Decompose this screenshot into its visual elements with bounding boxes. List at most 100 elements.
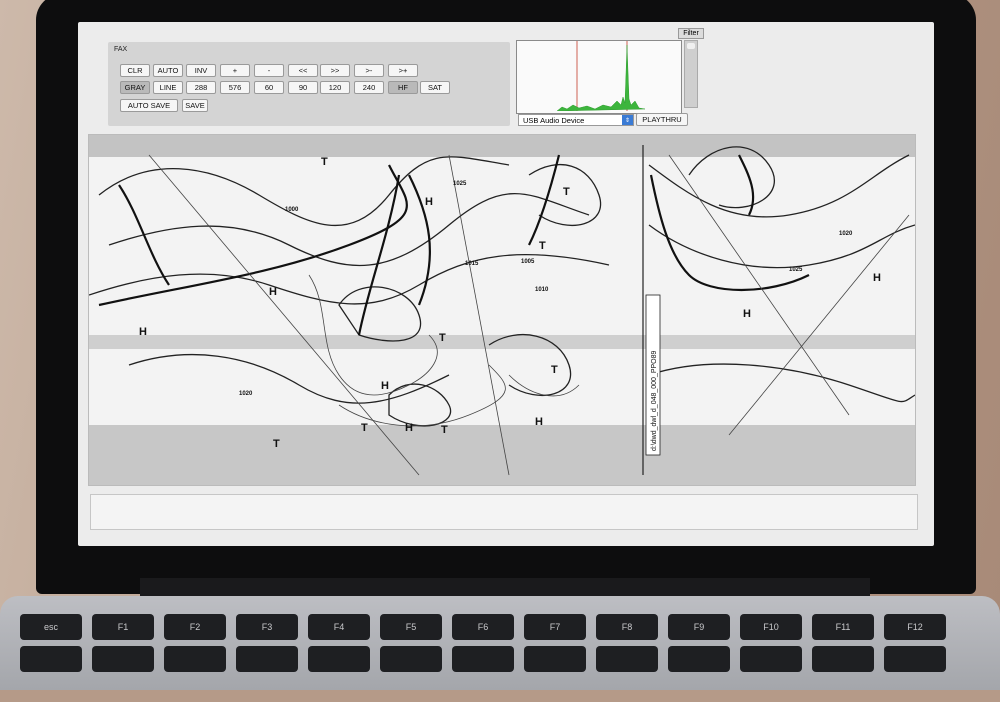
- high-pressure-label: H: [381, 380, 389, 392]
- control-button-240[interactable]: 240: [354, 81, 384, 94]
- key-f7[interactable]: F7: [524, 614, 586, 640]
- keyboard: esc F1 F2 F3 F4 F5 F6 F7 F8 F9 F10 F11 F12: [20, 612, 986, 702]
- status-bar: [90, 494, 918, 530]
- high-pressure-label: H: [873, 272, 881, 284]
- control-button-auto[interactable]: AUTO: [153, 64, 183, 77]
- key-f12[interactable]: F12: [884, 614, 946, 640]
- low-pressure-label: T: [563, 186, 570, 198]
- isobar-line: [128, 353, 450, 404]
- isobar-line: [648, 154, 910, 218]
- control-button-576[interactable]: 576: [220, 81, 250, 94]
- screen: FAX 3 CLRAUTOINV+-<<>>>->+GRAYLINE288576…: [78, 22, 934, 546]
- key-f9[interactable]: F9: [668, 614, 730, 640]
- control-button-hf[interactable]: HF: [388, 81, 418, 94]
- keyboard-key[interactable]: [92, 646, 154, 672]
- control-button-90[interactable]: 90: [288, 81, 318, 94]
- key-f5[interactable]: F5: [380, 614, 442, 640]
- low-pressure-label: T: [273, 438, 280, 450]
- fax-bottom-noise-band: [89, 425, 915, 485]
- isobar-value: 1015: [465, 261, 479, 267]
- keyboard-key[interactable]: [596, 646, 658, 672]
- low-pressure-label: T: [441, 424, 448, 436]
- weather-front-line: [357, 174, 401, 336]
- keyboard-key[interactable]: [164, 646, 226, 672]
- key-f4[interactable]: F4: [308, 614, 370, 640]
- coastline: [508, 374, 580, 397]
- fax-top-noise-band: [89, 135, 915, 157]
- spectrum-signal: [556, 44, 646, 112]
- isobar-value: 1020: [239, 391, 253, 397]
- key-f3[interactable]: F3: [236, 614, 298, 640]
- fax-control-panel: FAX 3 CLRAUTOINV+-<<>>>->+GRAYLINE288576…: [108, 42, 510, 126]
- isobar-line: [98, 156, 510, 227]
- key-f6[interactable]: F6: [452, 614, 514, 640]
- weather-front-line: [528, 154, 561, 246]
- keyboard-key[interactable]: [740, 646, 802, 672]
- isobar-line: [648, 224, 916, 269]
- keyboard-key[interactable]: [308, 646, 370, 672]
- audio-spectrum: [516, 40, 682, 114]
- key-f8[interactable]: F8: [596, 614, 658, 640]
- low-pressure-label: T: [551, 364, 558, 376]
- high-pressure-label: H: [269, 286, 277, 298]
- control-button-60[interactable]: 60: [254, 81, 284, 94]
- fax-middle-noise-band: [89, 335, 915, 349]
- control-button-gray[interactable]: GRAY: [120, 81, 150, 94]
- keyboard-key[interactable]: [20, 646, 82, 672]
- isobars: [88, 146, 916, 427]
- high-pressure-label: H: [405, 422, 413, 434]
- control-button-plus[interactable]: +: [220, 64, 250, 77]
- keyboard-key[interactable]: [812, 646, 874, 672]
- fax-id-text: d:\dwd_dwl_d_048_000_PPO89: [651, 350, 658, 451]
- keyboard-key[interactable]: [668, 646, 730, 672]
- isobar-value: 1020: [839, 231, 853, 237]
- low-pressure-label: T: [539, 240, 546, 252]
- filter-slider[interactable]: [684, 40, 698, 108]
- key-esc[interactable]: esc: [20, 614, 82, 640]
- audio-device-value: USB Audio Device: [523, 115, 585, 125]
- keyboard-key[interactable]: [452, 646, 514, 672]
- control-button-shift-minus[interactable]: >-: [354, 64, 384, 77]
- key-f2[interactable]: F2: [164, 614, 226, 640]
- isobar-line: [338, 286, 422, 342]
- weather-chart-drawing: H H H H H H H H T T T T T T T T 1025 101…: [88, 135, 916, 485]
- control-button-save[interactable]: SAVE: [182, 99, 208, 112]
- control-button-forward[interactable]: >>: [320, 64, 350, 77]
- control-button-shift-plus[interactable]: >+: [388, 64, 418, 77]
- isobar-value: 1010: [535, 287, 549, 293]
- pressure-labels: H H H H H H H H T T T T T T T T 1025 101…: [139, 156, 881, 450]
- playthru-button[interactable]: PLAYTHRU: [636, 113, 688, 126]
- key-f11[interactable]: F11: [812, 614, 874, 640]
- keyboard-key[interactable]: [884, 646, 946, 672]
- control-button-auto-save[interactable]: AUTO SAVE: [120, 99, 178, 112]
- control-button-line[interactable]: LINE: [153, 81, 183, 94]
- low-pressure-label: T: [321, 156, 328, 168]
- keyboard-key[interactable]: [524, 646, 586, 672]
- key-f10[interactable]: F10: [740, 614, 802, 640]
- key-f1[interactable]: F1: [92, 614, 154, 640]
- weather-front-line: [649, 174, 810, 292]
- select-arrows-icon: ⇕: [622, 115, 633, 125]
- control-button-clr[interactable]: CLR: [120, 64, 150, 77]
- control-button-sat[interactable]: SAT: [420, 81, 450, 94]
- control-button-rewind[interactable]: <<: [288, 64, 318, 77]
- audio-device-select[interactable]: USB Audio Device ⇕: [518, 114, 634, 126]
- high-pressure-label: H: [535, 416, 543, 428]
- high-pressure-label: H: [743, 308, 751, 320]
- control-button-120[interactable]: 120: [320, 81, 350, 94]
- fax-panel-label: FAX: [114, 46, 128, 53]
- keyboard-key[interactable]: [380, 646, 442, 672]
- weather-front-line: [408, 174, 431, 306]
- high-pressure-label: H: [139, 326, 147, 338]
- keyboard-key[interactable]: [236, 646, 298, 672]
- control-button-288[interactable]: 288: [186, 81, 216, 94]
- isobar-value: 1025: [453, 181, 467, 187]
- control-button-inv[interactable]: INV: [186, 64, 216, 77]
- control-button-minus[interactable]: -: [254, 64, 284, 77]
- weather-fax-image: H H H H H H H H T T T T T T T T 1025 101…: [88, 134, 916, 486]
- coastline: [338, 364, 506, 427]
- spectrum-plot: [556, 41, 646, 112]
- filter-slider-thumb[interactable]: [687, 43, 695, 49]
- weather-front-line: [118, 184, 170, 286]
- isobar-line: [388, 383, 452, 427]
